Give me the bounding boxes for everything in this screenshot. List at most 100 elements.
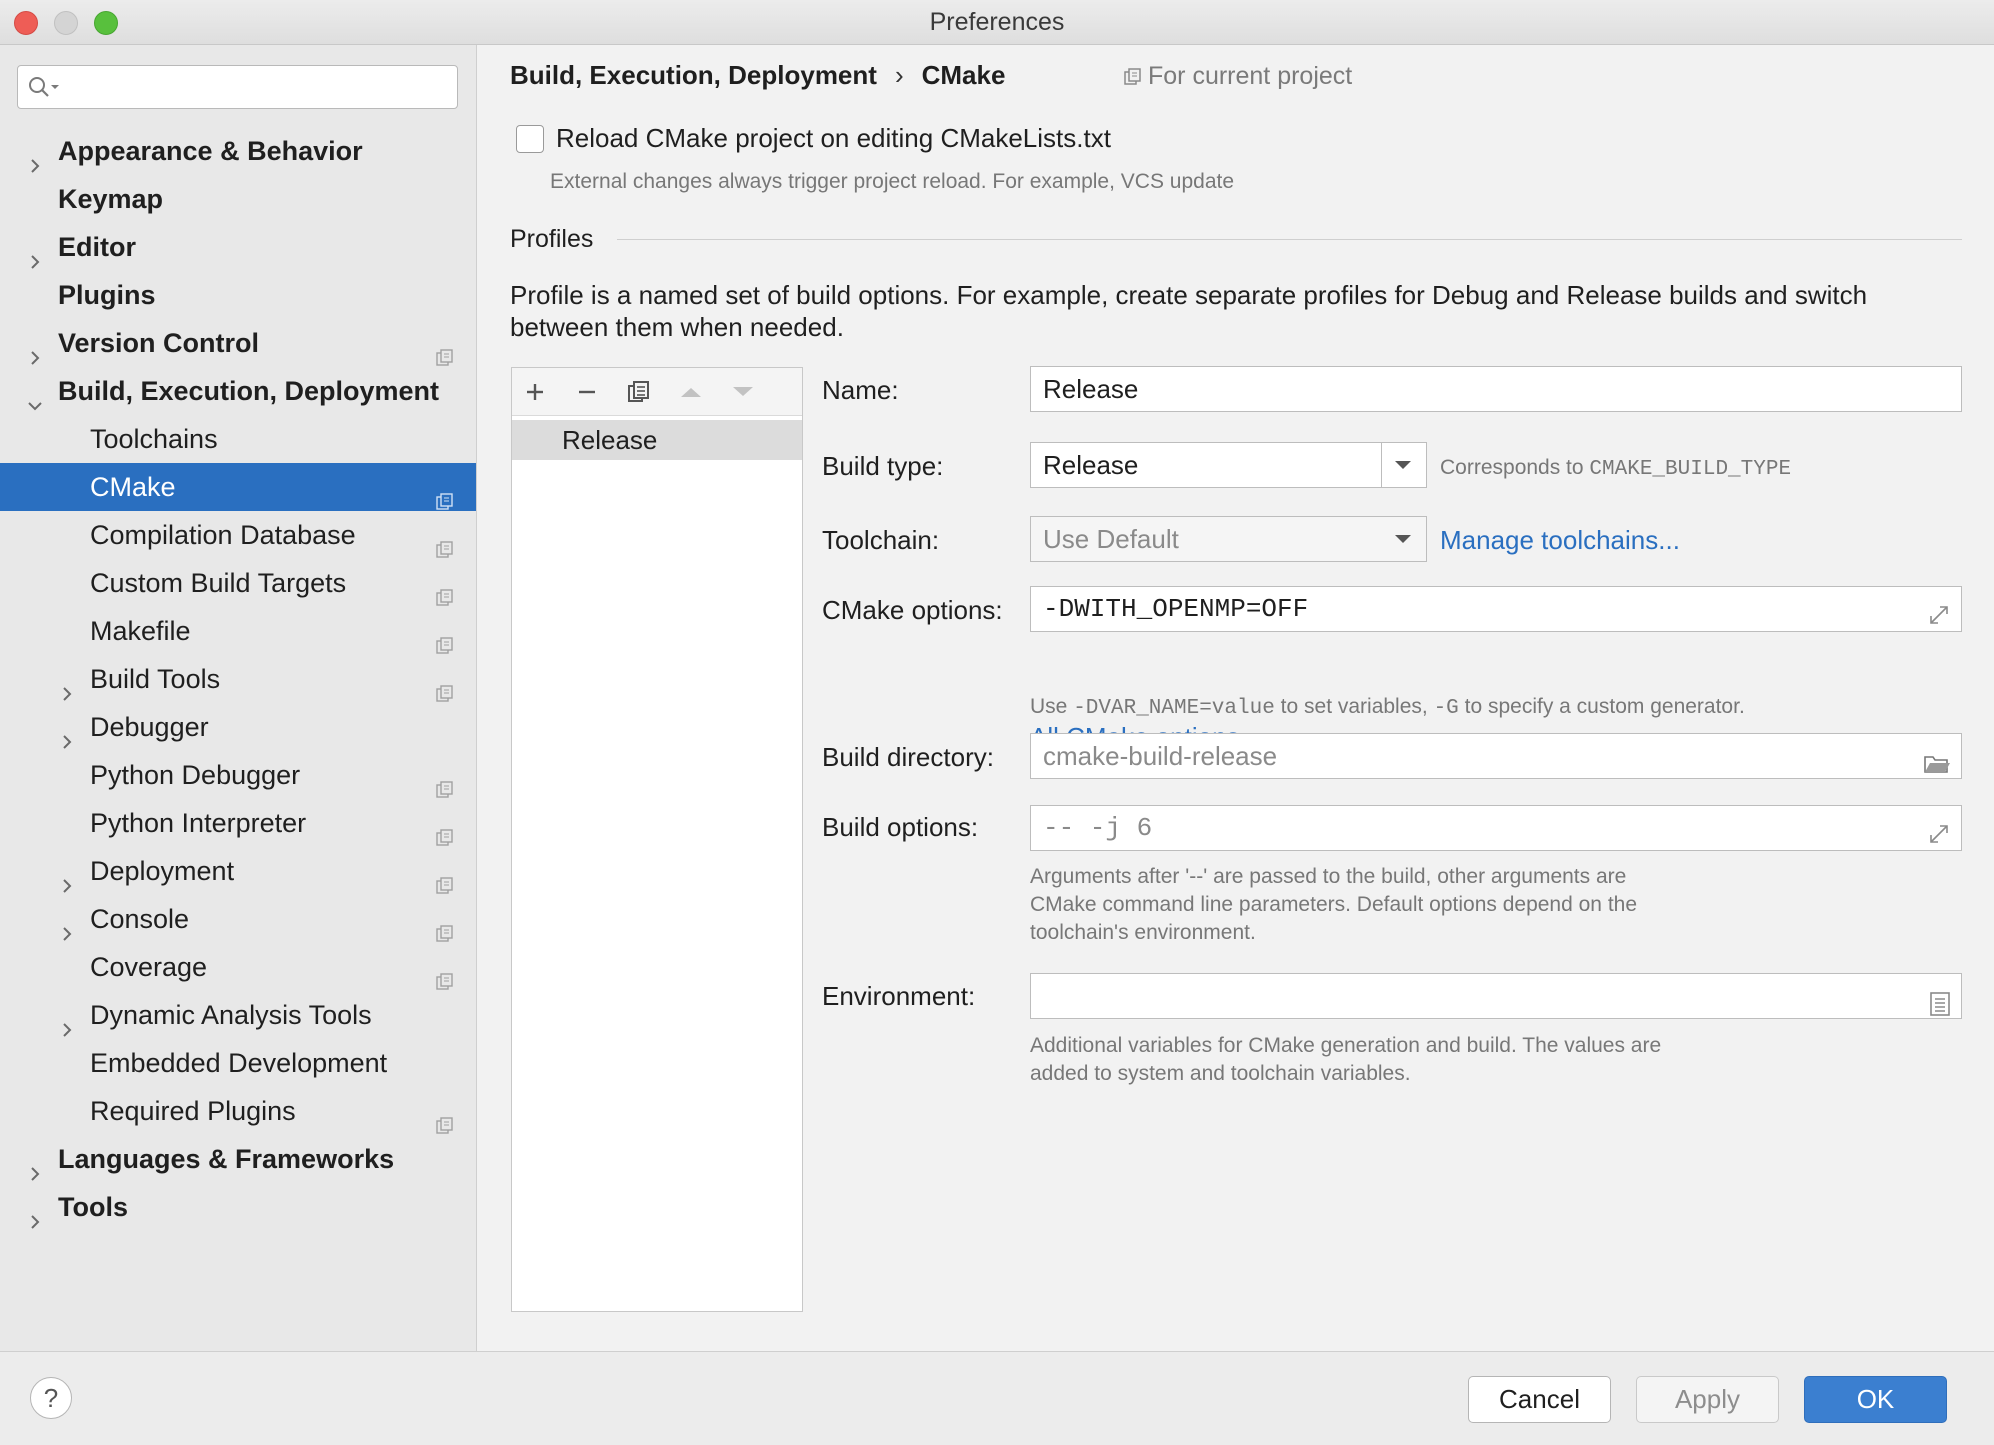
sidebar-item-build-tools[interactable]: Build Tools (0, 655, 476, 703)
add-icon[interactable] (520, 377, 550, 407)
title-bar: Preferences (0, 0, 1994, 45)
folder-icon[interactable] (1923, 745, 1951, 778)
copy-icon[interactable] (624, 377, 654, 407)
sidebar-item-label: CMake (90, 472, 176, 502)
toolchain-combo[interactable]: Use Default (1030, 516, 1427, 562)
sidebar-item-debugger[interactable]: Debugger (0, 703, 476, 751)
toolchain-label: Toolchain: (822, 525, 940, 555)
ok-button[interactable]: OK (1804, 1376, 1947, 1423)
build-options-hint-line: CMake command line parameters. Default o… (1030, 893, 1638, 916)
remove-icon[interactable] (572, 377, 602, 407)
sidebar-item-keymap[interactable]: Keymap (0, 175, 476, 223)
breadcrumb-current: CMake (921, 60, 1006, 90)
sidebar-item-appearance-behavior[interactable]: Appearance & Behavior (0, 127, 476, 175)
reload-cmake-label[interactable]: Reload CMake project on editing CMakeLis… (556, 123, 1111, 154)
chevron-right-icon[interactable] (26, 142, 44, 173)
apply-button[interactable]: Apply (1636, 1376, 1779, 1423)
chevron-right-icon[interactable] (26, 334, 44, 365)
expand-icon[interactable] (1927, 598, 1951, 631)
sidebar-item-custom-build-targets[interactable]: Custom Build Targets (0, 559, 476, 607)
sidebar-item-deployment[interactable]: Deployment (0, 847, 476, 895)
cmake-options-hint-code: -DVAR_NAME=value (1073, 697, 1275, 720)
sidebar-item-python-debugger[interactable]: Python Debugger (0, 751, 476, 799)
scope-label: For current project (1148, 62, 1353, 90)
sidebar-item-python-interpreter[interactable]: Python Interpreter (0, 799, 476, 847)
chevron-down-icon (1395, 461, 1411, 469)
sidebar-item-dynamic-analysis-tools[interactable]: Dynamic Analysis Tools (0, 991, 476, 1039)
settings-tree: Appearance & Behavior Keymap Editor Plugins… (0, 127, 476, 1231)
build-type-hint: Corresponds to CMAKE_BUILD_TYPE (1440, 456, 1791, 481)
chevron-right-icon[interactable] (26, 1150, 44, 1181)
build-directory-input[interactable]: cmake-build-release (1030, 733, 1962, 779)
reload-cmake-checkbox[interactable] (516, 125, 544, 153)
expand-icon[interactable] (1927, 817, 1951, 850)
profile-list: Release (511, 367, 803, 1312)
edit-environment-icon[interactable] (1929, 985, 1951, 1018)
project-scope-icon (436, 958, 454, 990)
chevron-right-icon[interactable] (58, 910, 76, 941)
project-scope-icon (436, 334, 454, 366)
build-options-hint-line: Arguments after '--' are passed to the b… (1030, 865, 1627, 888)
environment-input[interactable] (1030, 973, 1962, 1019)
breadcrumb: Build, Execution, Deployment › CMake (510, 60, 1005, 91)
sidebar-item-version-control[interactable]: Version Control (0, 319, 476, 367)
sidebar-item-label: Toolchains (90, 424, 218, 454)
project-scope-icon (1124, 68, 1141, 85)
chevron-right-icon[interactable] (58, 718, 76, 749)
environment-hint-line: Additional variables for CMake generatio… (1030, 1034, 1662, 1057)
sidebar-item-embedded-development[interactable]: Embedded Development (0, 1039, 476, 1087)
build-type-combo[interactable]: Release (1030, 442, 1427, 488)
name-input[interactable]: Release (1030, 366, 1962, 412)
sidebar-item-cmake[interactable]: CMake (0, 463, 476, 511)
sidebar-item-plugins[interactable]: Plugins (0, 271, 476, 319)
build-options-hint-line: toolchain's environment. (1030, 921, 1256, 944)
settings-search-input[interactable] (17, 65, 458, 109)
project-scope-icon (436, 766, 454, 798)
help-button[interactable]: ? (30, 1377, 72, 1419)
toolchain-dropdown-button[interactable] (1382, 517, 1426, 561)
breadcrumb-separator: › (894, 60, 904, 90)
sidebar-item-label: Makefile (90, 616, 191, 646)
cmake-options-input[interactable]: -DWITH_OPENMP=OFF (1030, 586, 1962, 632)
breadcrumb-parent[interactable]: Build, Execution, Deployment (510, 60, 877, 90)
sidebar-item-label: Build Tools (90, 664, 221, 694)
move-down-icon (728, 377, 758, 407)
sidebar-item-console[interactable]: Console (0, 895, 476, 943)
cmake-settings-panel: Build, Execution, Deployment › CMake For c… (477, 45, 1994, 1351)
build-type-value: Release (1043, 450, 1139, 480)
project-scope-icon (436, 574, 454, 606)
sidebar-item-required-plugins[interactable]: Required Plugins (0, 1087, 476, 1135)
profile-list-item[interactable]: Release (512, 420, 802, 460)
chevron-down-icon[interactable] (26, 382, 44, 411)
project-scope-icon (436, 814, 454, 846)
chevron-right-icon[interactable] (58, 670, 76, 701)
sidebar-item-editor[interactable]: Editor (0, 223, 476, 271)
sidebar-item-makefile[interactable]: Makefile (0, 607, 476, 655)
sidebar-item-coverage[interactable]: Coverage (0, 943, 476, 991)
sidebar-item-compilation-database[interactable]: Compilation Database (0, 511, 476, 559)
chevron-right-icon[interactable] (26, 1198, 44, 1229)
sidebar-item-label: Build, Execution, Deployment (58, 376, 440, 406)
sidebar-item-label: Debugger (90, 712, 209, 742)
sidebar-item-label: Plugins (58, 280, 156, 310)
settings-sidebar: Appearance & Behavior Keymap Editor Plugins… (0, 45, 477, 1351)
build-options-hint: Arguments after '--' are passed to the b… (1030, 863, 1637, 947)
sidebar-item-languages-frameworks[interactable]: Languages & Frameworks (0, 1135, 476, 1183)
cancel-button[interactable]: Cancel (1468, 1376, 1611, 1423)
sidebar-item-label: Deployment (90, 856, 235, 886)
chevron-right-icon[interactable] (26, 238, 44, 269)
build-options-input[interactable]: -- -j 6 (1030, 805, 1962, 851)
build-directory-label: Build directory: (822, 742, 994, 772)
sidebar-item-tools[interactable]: Tools (0, 1183, 476, 1231)
sidebar-item-build-execution-deployment[interactable]: Build, Execution, Deployment (0, 367, 476, 415)
build-type-dropdown-button[interactable] (1381, 443, 1426, 487)
build-options-label: Build options: (822, 812, 979, 842)
move-up-icon (676, 377, 706, 407)
sidebar-item-label: Required Plugins (90, 1096, 296, 1126)
sidebar-item-toolchains[interactable]: Toolchains (0, 415, 476, 463)
chevron-right-icon[interactable] (58, 1006, 76, 1037)
environment-hint-line: added to system and toolchain variables. (1030, 1062, 1411, 1085)
project-scope-icon (436, 622, 454, 654)
chevron-right-icon[interactable] (58, 862, 76, 893)
manage-toolchains-link[interactable]: Manage toolchains... (1440, 525, 1680, 556)
